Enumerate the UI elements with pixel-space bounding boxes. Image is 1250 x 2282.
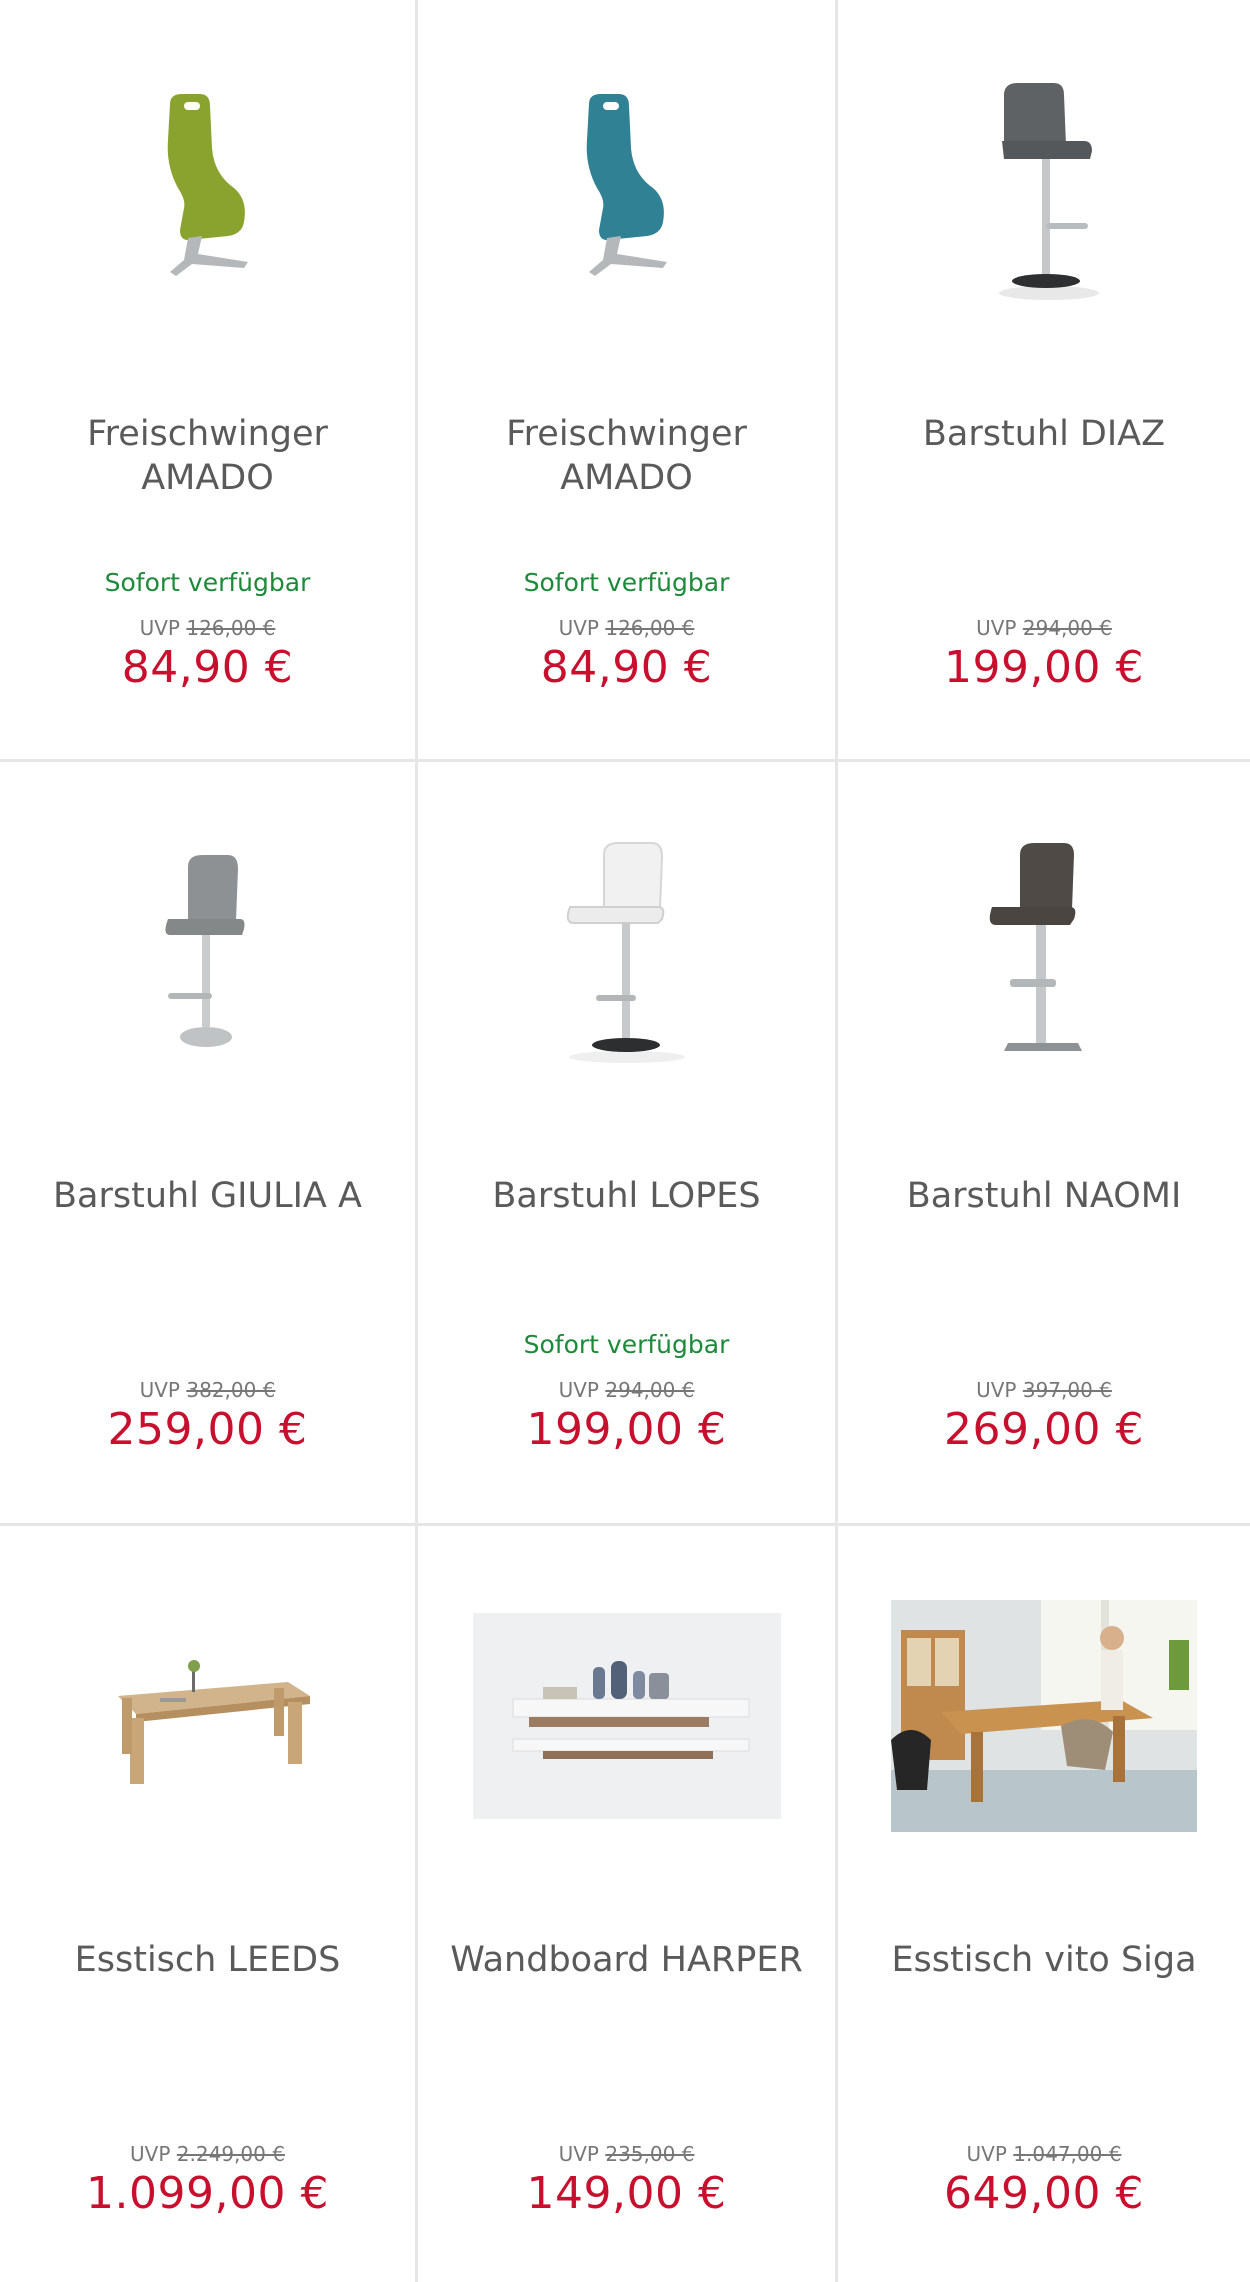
bar-stool-grey-icon [999, 83, 1099, 300]
product-price: 84,90 € [121, 642, 294, 693]
product-card[interactable]: Esstisch vito Siga UVP 1.047,00 € 649,00… [838, 1526, 1250, 2282]
cantilever-chair-green-icon [167, 94, 248, 276]
product-price: 199,00 € [526, 1404, 727, 1455]
product-image[interactable] [838, 762, 1250, 1142]
product-card[interactable]: Freischwinger AMADO Sofort verfügbar UVP… [0, 0, 418, 762]
uvp-info: UVP 1.047,00 € [838, 2142, 1250, 2166]
uvp-label: UVP [976, 616, 1017, 640]
product-image[interactable] [418, 1526, 835, 1906]
product-image[interactable] [838, 0, 1250, 380]
uvp-label: UVP [966, 2142, 1007, 2166]
product-card[interactable]: Barstuhl NAOMI UVP 397,00 € 269,00 € [838, 762, 1250, 1526]
uvp-info: UVP 235,00 € [418, 2142, 835, 2166]
product-image[interactable] [418, 762, 835, 1142]
uvp-label: UVP [139, 1378, 180, 1402]
uvp-label: UVP [558, 2142, 599, 2166]
availability-status: Sofort verfügbar [523, 1330, 730, 1359]
product-card[interactable]: Esstisch LEEDS UVP 2.249,00 € 1.099,00 € [0, 1526, 418, 2282]
product-card[interactable]: Barstuhl LOPES Sofort verfügbar UVP 294,… [418, 762, 838, 1526]
dining-table-oak-icon [117, 1660, 310, 1784]
bar-stool-white-icon [566, 842, 685, 1063]
product-image[interactable] [0, 762, 415, 1142]
product-title[interactable]: Esstisch LEEDS [20, 1938, 395, 1982]
product-price: 1.099,00 € [86, 2168, 329, 2219]
wall-shelf-icon [472, 1613, 781, 1819]
product-image[interactable] [838, 1526, 1250, 1906]
cantilever-chair-petrol-icon [586, 94, 667, 276]
uvp-info: UVP 2.249,00 € [0, 2142, 415, 2166]
availability-status: Sofort verfügbar [104, 568, 311, 597]
uvp-price: 294,00 € [1022, 616, 1112, 640]
product-image[interactable] [0, 0, 415, 380]
uvp-label: UVP [558, 616, 599, 640]
uvp-label: UVP [139, 616, 180, 640]
uvp-info: UVP 294,00 € [838, 616, 1250, 640]
product-title[interactable]: Freischwinger AMADO [438, 412, 815, 500]
uvp-price: 126,00 € [186, 616, 276, 640]
product-card[interactable]: Wandboard HARPER UVP 235,00 € 149,00 € [418, 1526, 838, 2282]
uvp-info: UVP 382,00 € [0, 1378, 415, 1402]
uvp-price: 2.249,00 € [176, 2142, 285, 2166]
product-card[interactable]: Freischwinger AMADO Sofort verfügbar UVP… [418, 0, 838, 762]
product-card[interactable]: Barstuhl GIULIA A UVP 382,00 € 259,00 € [0, 762, 418, 1526]
uvp-label: UVP [130, 2142, 171, 2166]
uvp-price: 397,00 € [1022, 1378, 1112, 1402]
dining-room-scene-icon [891, 1600, 1197, 1832]
uvp-info: UVP 294,00 € [418, 1378, 835, 1402]
uvp-price: 294,00 € [605, 1378, 695, 1402]
product-price: 84,90 € [540, 642, 713, 693]
bar-stool-lightgrey-icon [164, 855, 244, 1047]
product-price: 649,00 € [944, 2168, 1144, 2219]
uvp-price: 1.047,00 € [1013, 2142, 1122, 2166]
product-title[interactable]: Barstuhl NAOMI [858, 1174, 1230, 1218]
uvp-info: UVP 126,00 € [0, 616, 415, 640]
product-image[interactable] [0, 1526, 415, 1906]
product-title[interactable]: Barstuhl LOPES [438, 1174, 815, 1218]
product-price: 259,00 € [107, 1404, 308, 1455]
product-title[interactable]: Esstisch vito Siga [858, 1938, 1230, 1982]
product-title[interactable]: Barstuhl GIULIA A [20, 1174, 395, 1218]
product-price: 199,00 € [944, 642, 1144, 693]
product-grid: Freischwinger AMADO Sofort verfügbar UVP… [0, 0, 1250, 2282]
product-price: 269,00 € [944, 1404, 1144, 1455]
uvp-price: 235,00 € [605, 2142, 695, 2166]
product-title[interactable]: Freischwinger AMADO [20, 412, 395, 500]
uvp-label: UVP [558, 1378, 599, 1402]
availability-status: Sofort verfügbar [523, 568, 730, 597]
uvp-info: UVP 126,00 € [418, 616, 835, 640]
uvp-price: 126,00 € [605, 616, 695, 640]
uvp-label: UVP [976, 1378, 1017, 1402]
product-card[interactable]: Barstuhl DIAZ UVP 294,00 € 199,00 € [838, 0, 1250, 762]
bar-stool-brown-icon [989, 843, 1082, 1051]
uvp-info: UVP 397,00 € [838, 1378, 1250, 1402]
product-image[interactable] [418, 0, 835, 380]
product-title[interactable]: Barstuhl DIAZ [858, 412, 1230, 456]
uvp-price: 382,00 € [186, 1378, 276, 1402]
product-title[interactable]: Wandboard HARPER [438, 1938, 815, 1982]
product-price: 149,00 € [526, 2168, 727, 2219]
